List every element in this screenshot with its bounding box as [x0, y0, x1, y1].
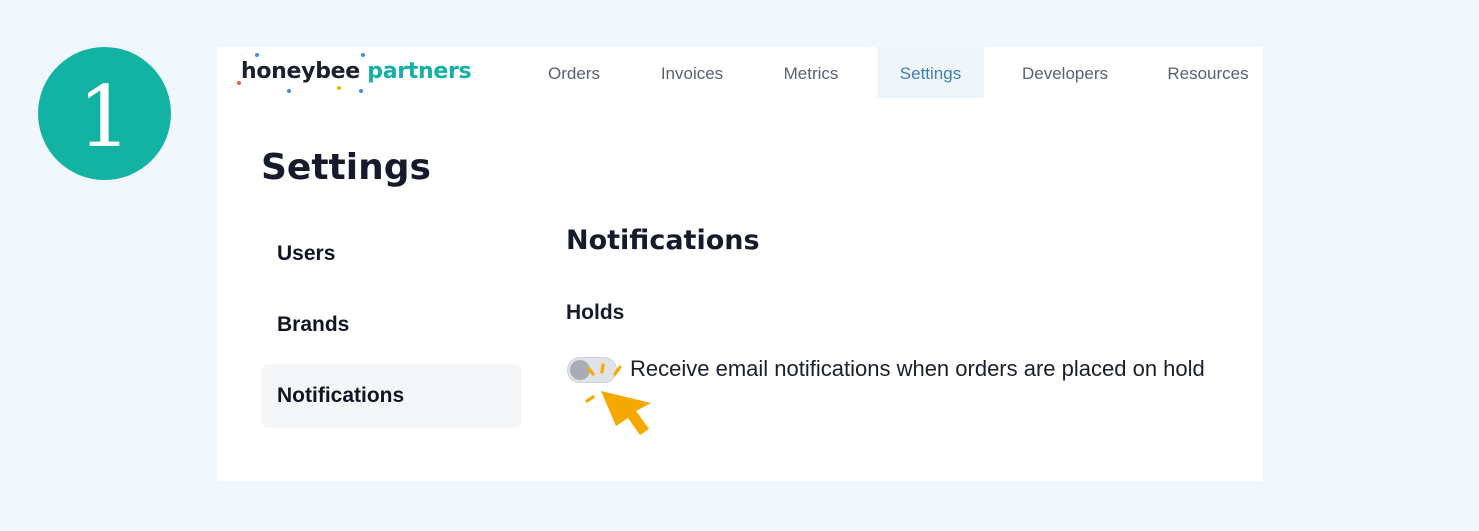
logo-confetti-dot [359, 89, 363, 93]
logo-confetti-dot [337, 86, 341, 90]
nav-orders[interactable]: Orders [529, 47, 619, 98]
step-number-badge: 1 [38, 47, 171, 180]
section-title: Notifications [566, 225, 760, 256]
nav-resources[interactable]: Resources [1152, 47, 1264, 98]
nav-developers[interactable]: Developers [1005, 47, 1125, 98]
top-navigation: honeybee partners Orders Invoices Metric… [217, 47, 1262, 99]
step-number: 1 [77, 67, 132, 166]
logo-confetti-dot [287, 89, 291, 93]
sidebar-item-brands[interactable]: Brands [261, 293, 522, 357]
pointer-click-icon [585, 363, 651, 435]
app-window: honeybee partners Orders Invoices Metric… [217, 47, 1262, 481]
logo-word-honeybee: honeybee [241, 59, 360, 84]
sidebar-item-users[interactable]: Users [261, 222, 522, 286]
nav-invoices[interactable]: Invoices [642, 47, 742, 98]
brand-logo[interactable]: honeybee partners [237, 53, 472, 93]
logo-confetti-dot [255, 53, 259, 57]
logo-word-partners: partners [367, 59, 472, 84]
sidebar-item-notifications[interactable]: Notifications [261, 364, 522, 428]
nav-settings[interactable]: Settings [877, 47, 984, 98]
logo-confetti-dot [361, 53, 365, 57]
holds-heading: Holds [566, 301, 625, 324]
nav-metrics[interactable]: Metrics [766, 47, 856, 98]
hold-notifications-label: Receive email notifications when orders … [630, 356, 1205, 381]
logo-confetti-dot [237, 81, 241, 85]
page-title: Settings [261, 147, 431, 188]
